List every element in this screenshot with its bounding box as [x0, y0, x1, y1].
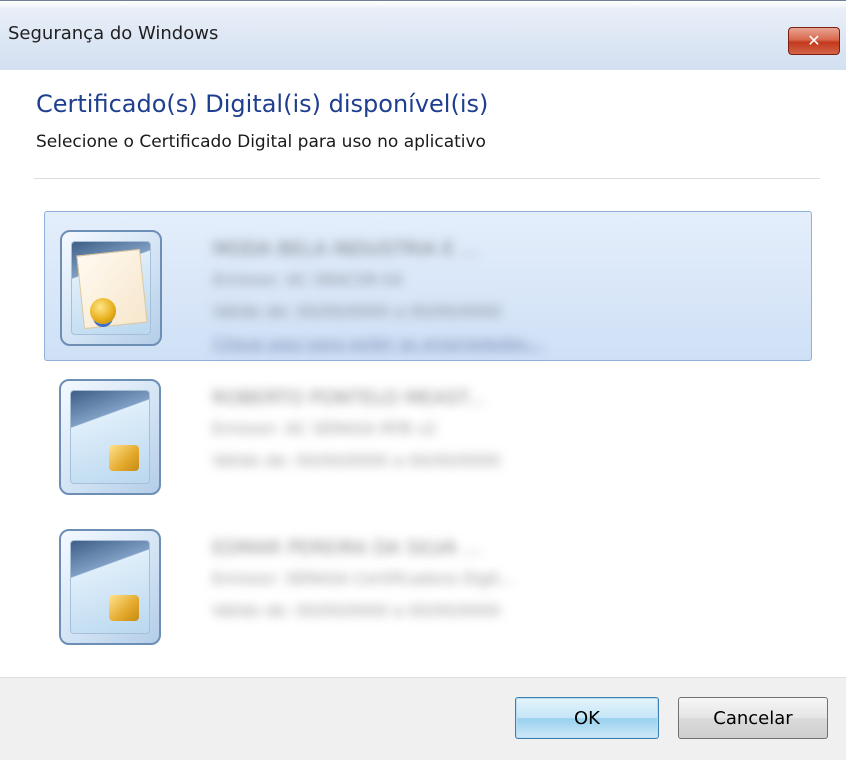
- certificate-name: MODA BELA INDUSTRIA E ...: [213, 238, 479, 258]
- certificate-issuer: Emissor: AC SRACSR-S4: [213, 270, 403, 289]
- certificate-validity: Válido de: 00/00/0000 a 00/00/0000: [213, 302, 502, 321]
- close-icon: ✕: [807, 31, 821, 50]
- ok-button[interactable]: OK: [515, 697, 659, 739]
- certificate-item-2[interactable]: ROBERTO PONTELO MEAST... Emissor: AC SER…: [44, 361, 812, 511]
- certificate-issuer: Emissor: SERASA Certificadora Digit...: [212, 569, 515, 588]
- button-bar: OK Cancelar: [0, 677, 846, 760]
- close-button[interactable]: ✕: [788, 27, 840, 55]
- certificate-item-3[interactable]: EDMAR PEREIRA DA SILVA ... Emissor: SERA…: [44, 511, 812, 661]
- window-title: Segurança do Windows: [8, 23, 219, 44]
- security-dialog: Segurança do Windows ✕ Certificado(s) Di…: [0, 0, 846, 760]
- instruction-text: Selecione o Certificado Digital para uso…: [36, 132, 486, 152]
- cancel-button[interactable]: Cancelar: [678, 697, 828, 739]
- certificate-name: ROBERTO PONTELO MEAST...: [212, 387, 486, 407]
- certificate-issuer: Emissor: AC SERASA RFB v2: [212, 419, 437, 438]
- certificate-validity: Válido de: 00/00/0000 a 00/00/0000: [212, 451, 501, 470]
- title-bar[interactable]: Segurança do Windows ✕: [0, 0, 846, 70]
- dialog-content: Certificado(s) Digital(is) disponível(is…: [0, 70, 846, 677]
- smartcard-icon: [59, 379, 161, 495]
- certificate-validity: Válido de: 00/00/0000 a 00/00/0000: [212, 601, 501, 620]
- divider: [34, 178, 820, 179]
- page-title: Certificado(s) Digital(is) disponível(is…: [36, 90, 489, 118]
- certificate-item-1[interactable]: MODA BELA INDUSTRIA E ... Emissor: AC SR…: [44, 211, 812, 361]
- smartcard-icon: [59, 529, 161, 645]
- certificate-icon: [60, 230, 162, 346]
- certificate-properties-link[interactable]: Clique aqui para exibir as propriedades.…: [213, 334, 633, 354]
- certificate-name: EDMAR PEREIRA DA SILVA ...: [212, 537, 482, 557]
- certificate-list: MODA BELA INDUSTRIA E ... Emissor: AC SR…: [44, 211, 812, 661]
